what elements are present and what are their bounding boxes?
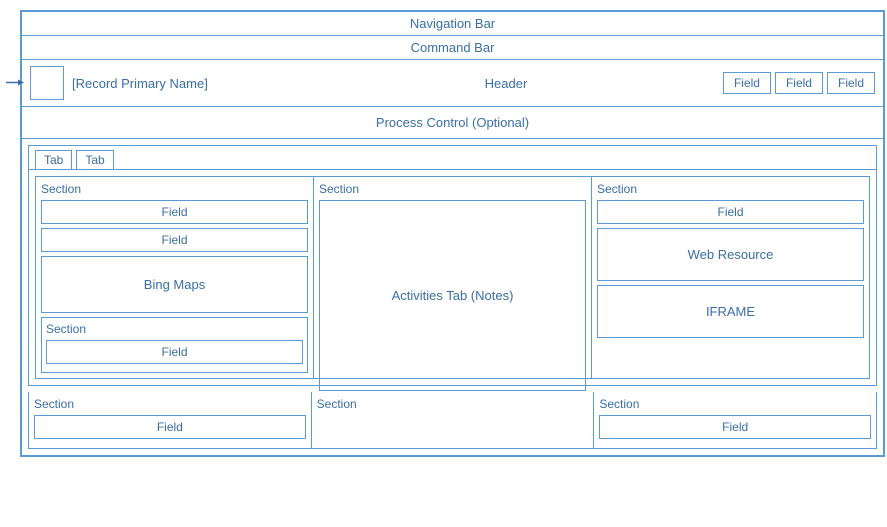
outer-container: Navigation Bar Command Bar Image(Optiona… [20, 10, 885, 457]
bing-maps-box: Bing Maps [41, 256, 308, 313]
column-2: Section Activities Tab (Notes) [314, 176, 592, 379]
record-primary-name: [Record Primary Name] [72, 76, 289, 91]
bottom-col-3: Section Field [594, 392, 876, 448]
col1-field-2[interactable]: Field [41, 228, 308, 252]
process-control-bar: Process Control (Optional) [21, 107, 884, 139]
header-field-2[interactable]: Field [775, 72, 823, 94]
bottom-col1-field[interactable]: Field [34, 415, 306, 439]
header-row: Image(Optional) [Record Primary Name] He… [21, 60, 884, 107]
header-fields-group: Field Field Field [723, 72, 875, 94]
bottom-col1-section-label: Section [34, 397, 306, 411]
col1-sub-section-label: Section [46, 322, 303, 336]
web-resource-box: Web Resource [597, 228, 864, 281]
iframe-box: IFRAME [597, 285, 864, 338]
col3-field-1[interactable]: Field [597, 200, 864, 224]
tabs-container: Tab Tab Section Field Field Bing Maps Se… [28, 145, 877, 386]
body-wrapper: Tab Tab Section Field Field Bing Maps Se… [21, 139, 884, 456]
image-placeholder [30, 66, 64, 100]
col1-sub-field[interactable]: Field [46, 340, 303, 364]
column-3: Section Field Web Resource IFRAME [592, 176, 870, 379]
tab-row: Tab Tab [29, 146, 876, 170]
header-field-1[interactable]: Field [723, 72, 771, 94]
tab-2[interactable]: Tab [76, 150, 113, 169]
col1-section-label: Section [41, 182, 308, 196]
header-field-3[interactable]: Field [827, 72, 875, 94]
bottom-col-1: Section Field [29, 392, 312, 448]
bottom-col3-section-label: Section [599, 397, 871, 411]
tab-1[interactable]: Tab [35, 150, 72, 169]
column-1: Section Field Field Bing Maps Section Fi… [35, 176, 314, 379]
arrow-icon [6, 78, 24, 88]
bottom-col3-field[interactable]: Field [599, 415, 871, 439]
navigation-bar: Navigation Bar [21, 11, 884, 36]
header-label: Header [289, 76, 723, 91]
activities-tab-box: Activities Tab (Notes) [319, 200, 586, 391]
col1-sub-section: Section Field [41, 317, 308, 373]
command-bar: Command Bar [21, 36, 884, 60]
three-columns: Section Field Field Bing Maps Section Fi… [29, 170, 876, 385]
bottom-col2-section-label: Section [317, 397, 589, 411]
bottom-row: Section Field Section Section Field [28, 392, 877, 449]
col3-section-label: Section [597, 182, 864, 196]
col2-section-label: Section [319, 182, 586, 196]
col1-field-1[interactable]: Field [41, 200, 308, 224]
arrow-indicator [6, 76, 24, 91]
bottom-col-2: Section [312, 392, 595, 448]
